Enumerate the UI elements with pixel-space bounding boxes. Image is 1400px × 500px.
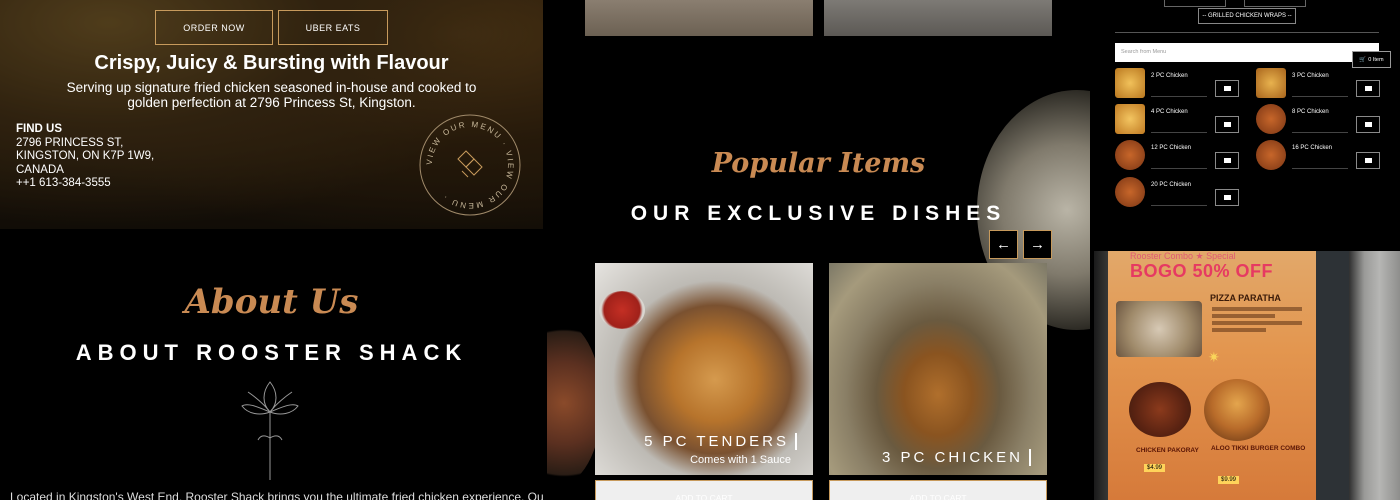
divider (1292, 96, 1348, 97)
divider (1151, 132, 1207, 133)
view-menu-badge-icon[interactable]: VIEW OUR MENU · VIEW OUR MENU · (418, 113, 522, 217)
item-thumbnail (1115, 140, 1145, 170)
add-to-cart-icon[interactable] (1215, 152, 1239, 169)
item-name: 12 PC Chicken (1151, 145, 1192, 151)
item-name: 4 PC Chicken (1151, 109, 1188, 115)
carousel-prev-button[interactable]: ← (989, 230, 1018, 259)
popular-items-panel: Popular Items OUR EXCLUSIVE DISHES ← → 5… (547, 0, 1090, 500)
sauce-cup-image (599, 291, 645, 329)
address-line-3: CANADA (16, 163, 64, 176)
poster-menu-lines (1212, 307, 1302, 335)
product-description: Comes with 1 Sauce (690, 454, 791, 466)
item-name: 16 PC Chicken (1292, 145, 1333, 151)
item-thumbnail (1115, 104, 1145, 134)
storefront-poster-photo: Rooster Combo ★ Special BOGO 50% OFF PIZ… (1094, 251, 1400, 500)
item-name: 8 PC Chicken (1292, 109, 1329, 115)
poster-food-image (1116, 301, 1202, 357)
chicken-image (829, 263, 1047, 475)
divider (1292, 168, 1348, 169)
poster-price-left: $4.99 (1144, 464, 1166, 472)
poster-price-right: $9.99 (1218, 476, 1240, 484)
interior-photo-1 (585, 0, 813, 36)
add-to-cart-icon[interactable] (1356, 116, 1380, 133)
poster-label-left: CHICKEN PAKORAY (1136, 447, 1199, 454)
poster-paratha-label: PIZZA PARATHA (1210, 293, 1281, 303)
category-tab[interactable] (1244, 0, 1306, 7)
item-name: 2 PC Chicken (1151, 73, 1188, 79)
order-now-button[interactable]: ORDER NOW (155, 10, 273, 45)
menu-item: 2 PC Chicken (1115, 68, 1245, 100)
cart-icon: 🛒 (1359, 56, 1367, 63)
menu-item: 16 PC Chicken (1256, 140, 1386, 172)
divider (1151, 205, 1207, 206)
phone-number[interactable]: ++1 613-384-3555 (16, 177, 154, 191)
menu-item: 20 PC Chicken (1115, 177, 1245, 209)
pasta-plate-image (547, 318, 602, 488)
lotus-ornament-icon (241, 381, 299, 480)
menu-item: 12 PC Chicken (1115, 140, 1245, 172)
address-line-2: KINGSTON, ON K7P 1W9, (16, 150, 155, 162)
address-line-1: 2796 PRINCESS ST, (16, 136, 124, 149)
product-title: 5 PC TENDERS (644, 433, 797, 450)
menu-item: 8 PC Chicken (1256, 104, 1386, 136)
item-thumbnail (1256, 140, 1286, 170)
stone-wall (1349, 251, 1400, 500)
cart-chip[interactable]: 🛒 0 Item (1352, 51, 1391, 68)
poster-burger-image (1204, 379, 1270, 441)
poster-chicken-image (1129, 382, 1191, 437)
add-to-cart-icon[interactable] (1215, 189, 1239, 206)
item-thumbnail (1256, 68, 1286, 98)
hero-tagline: Crispy, Juicy & Bursting with Flavour (94, 52, 449, 74)
item-thumbnail (1115, 68, 1145, 98)
add-to-cart-icon[interactable] (1215, 116, 1239, 133)
category-tab-grilled-wraps[interactable]: -- GRILLED CHICKEN WRAPS -- (1198, 8, 1296, 24)
door-frame (1316, 251, 1350, 500)
hero-subtitle: Serving up signature fried chicken seaso… (66, 80, 477, 110)
find-us-label: FIND US (16, 123, 62, 135)
divider (1115, 32, 1379, 33)
add-to-cart-icon[interactable] (1215, 80, 1239, 97)
uber-eats-button[interactable]: UBER EATS (278, 10, 388, 45)
menu-item: 3 PC Chicken (1256, 68, 1386, 100)
add-to-cart-button[interactable]: ADD TO CART (829, 480, 1047, 500)
interior-photo-2 (824, 0, 1052, 36)
menu-search-input[interactable]: Search from Menu (1115, 43, 1379, 62)
promo-poster (1108, 251, 1316, 500)
about-script-title: About Us (184, 282, 359, 322)
item-thumbnail (1256, 104, 1286, 134)
find-us-block: FIND US 2796 PRINCESS ST, KINGSTON, ON K… (16, 123, 154, 191)
product-card[interactable]: 3 PC CHICKEN (829, 263, 1047, 475)
badge-text: VIEW OUR MENU · VIEW OUR MENU · (425, 120, 513, 210)
popular-heading: OUR EXCLUSIVE DISHES (630, 202, 1007, 225)
divider (1292, 132, 1348, 133)
divider (1151, 168, 1207, 169)
item-name: 3 PC Chicken (1292, 73, 1329, 79)
carousel-next-button[interactable]: → (1023, 230, 1052, 259)
item-name: 20 PC Chicken (1151, 182, 1192, 188)
cart-count: 0 Item (1368, 56, 1384, 63)
star-icon: ✷ (1208, 349, 1220, 365)
online-menu-panel: -- GRILLED CHICKEN WRAPS -- Search from … (1094, 0, 1400, 247)
popular-script-title: Popular Items (711, 148, 926, 179)
add-to-cart-button[interactable]: ADD TO CART (595, 480, 813, 500)
product-title: 3 PC CHICKEN (882, 449, 1031, 466)
about-heading: ABOUT ROOSTER SHACK (75, 340, 468, 365)
about-body-text: Located in Kingston's West End, Rooster … (10, 490, 543, 500)
item-thumbnail (1115, 177, 1145, 207)
divider (1151, 96, 1207, 97)
poster-label-right: ALOO TIKKI BURGER COMBO (1211, 445, 1306, 452)
svg-text:VIEW OUR MENU · VIEW OUR MENU: VIEW OUR MENU · VIEW OUR MENU · (425, 120, 515, 210)
homepage-panel: ORDER NOW UBER EATS Crispy, Juicy & Burs… (0, 0, 543, 500)
category-tab[interactable] (1164, 0, 1226, 7)
add-to-cart-icon[interactable] (1356, 152, 1380, 169)
add-to-cart-icon[interactable] (1356, 80, 1380, 97)
product-card[interactable]: 5 PC TENDERS Comes with 1 Sauce (595, 263, 813, 475)
poster-title: BOGO 50% OFF (1130, 261, 1274, 281)
menu-item: 4 PC Chicken (1115, 104, 1245, 136)
category-tabs-row (1164, 0, 1334, 7)
